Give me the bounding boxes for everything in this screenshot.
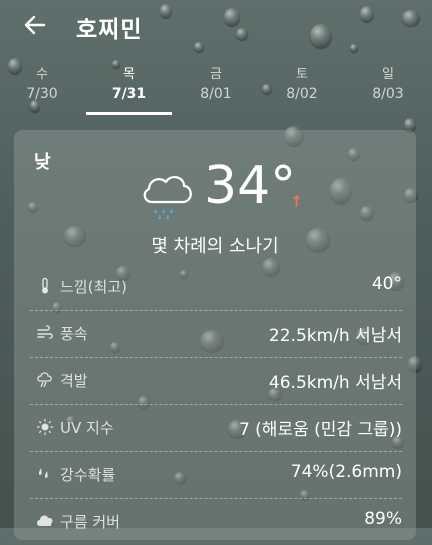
tab-date: 7/31 (111, 86, 147, 102)
wind-icon (37, 325, 53, 339)
tab-date: 7/30 (26, 86, 58, 102)
detail-row-gust: 격발 46.5km/h 서남서 (30, 358, 402, 405)
detail-value: 22.5km/h 서남서 (268, 326, 402, 346)
back-arrow-icon (24, 15, 46, 35)
detail-label: 강수확률 (60, 466, 116, 484)
tab-date: 8/01 (200, 86, 232, 102)
detail-row-cloud-cover: 구름 커버 89% (30, 499, 402, 545)
detail-row-wind-speed: 풍속 22.5km/h 서남서 (30, 311, 402, 358)
tab-day-of-week: 수 (36, 67, 48, 82)
detail-row-precipitation: 강수확률 74%(2.6mm) (30, 452, 402, 499)
detail-label: UV 지수 (60, 419, 114, 437)
gust-icon (37, 372, 52, 388)
detail-list: 느낌(최고) 40° 풍속 22.5km/h 서남서 격발 46.5km/h 서… (30, 264, 402, 545)
tab-day-3[interactable]: 토 8/02 (262, 66, 342, 102)
detail-label: 풍속 (60, 325, 88, 343)
detail-label: 구름 커버 (60, 513, 120, 531)
tab-date: 8/02 (286, 86, 318, 102)
tab-day-of-week: 금 (210, 67, 222, 82)
tab-date: 8/03 (372, 86, 404, 102)
tab-day-of-week: 일 (382, 67, 394, 82)
period-label: 낮 (34, 152, 51, 173)
sun-icon (37, 419, 53, 435)
tab-day-4[interactable]: 일 8/03 (348, 66, 428, 102)
tab-day-of-week: 토 (296, 67, 308, 82)
detail-value: 40° (371, 274, 402, 294)
detail-value: 89% (364, 509, 402, 529)
rain-drops-icon (38, 468, 48, 478)
temperature: 34° (204, 156, 297, 216)
day-tabs: 수 7/30 목 7/31 금 8/01 토 8/02 일 8/03 (0, 66, 432, 118)
daytime-forecast-card: 낮 34° ↑ 몇 차례의 소나기 느낌(최고) 40° 풍속 22.5km/h… (14, 130, 416, 540)
tab-day-1[interactable]: 목 7/31 (89, 66, 169, 102)
tab-day-0[interactable]: 수 7/30 (2, 66, 82, 102)
temperature-trend-up-icon: ↑ (290, 192, 304, 211)
page-title: 호찌민 (76, 17, 143, 43)
back-button[interactable] (22, 12, 48, 38)
selected-tab-indicator (86, 112, 172, 115)
app-header: 호찌민 (0, 0, 432, 52)
detail-row-uv-index: UV 지수 7 (해로움 (민감 그룹)) (30, 405, 402, 452)
detail-value: 46.5km/h 서남서 (268, 373, 402, 393)
detail-label: 느낌(최고) (60, 278, 127, 296)
detail-row-feels-like: 느낌(최고) 40° (30, 264, 402, 311)
tab-day-2[interactable]: 금 8/01 (176, 66, 256, 102)
detail-label: 격발 (60, 372, 88, 390)
cloud-rain-icon (143, 176, 192, 219)
thermometer-icon (42, 277, 48, 294)
tab-day-of-week: 목 (123, 67, 135, 82)
detail-value: 74%(2.6mm) (290, 462, 402, 482)
weather-condition: 몇 차례의 소나기 (151, 236, 279, 257)
detail-value: 7 (해로움 (민감 그룹)) (238, 420, 402, 440)
cloud-icon (37, 515, 53, 526)
